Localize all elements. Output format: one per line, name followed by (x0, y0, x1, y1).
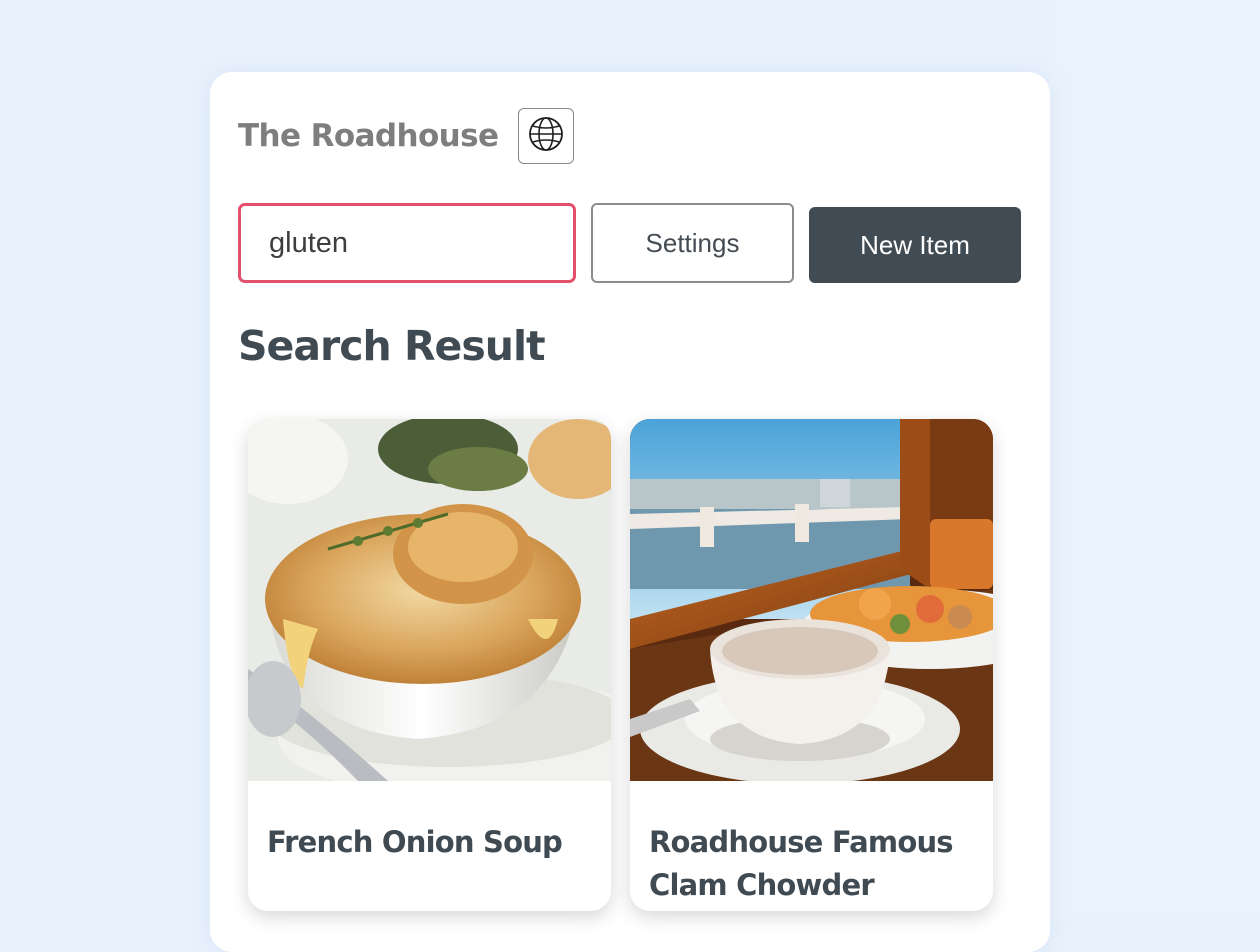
chowder-cup-photo (630, 419, 993, 781)
restaurant-name: The Roadhouse (238, 118, 499, 154)
result-card-clam-chowder[interactable]: Roadhouse Famous Clam Chowder (630, 419, 993, 911)
result-card-french-onion-soup[interactable]: French Onion Soup (248, 419, 611, 911)
language-button[interactable] (518, 108, 575, 164)
settings-button[interactable]: Settings (591, 203, 794, 283)
new-item-button[interactable]: New Item (809, 207, 1021, 283)
item-name: French Onion Soup (267, 825, 563, 859)
item-name: Roadhouse Famous Clam Chowder (649, 825, 954, 902)
menu-panel: The Roadhouse Settings New Item Search R… (210, 72, 1050, 952)
soup-bowl-photo (248, 419, 611, 781)
search-input[interactable] (238, 203, 576, 283)
page-background-band (1050, 0, 1260, 918)
globe-icon (528, 116, 564, 157)
search-result-heading: Search Result (238, 322, 546, 370)
brand-row: The Roadhouse (238, 108, 575, 164)
